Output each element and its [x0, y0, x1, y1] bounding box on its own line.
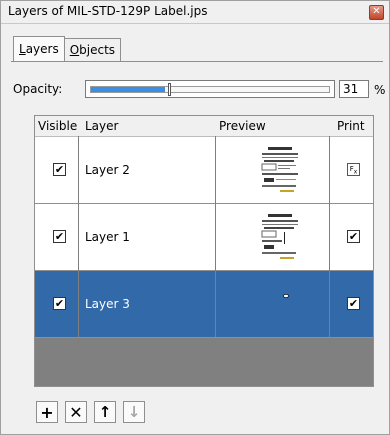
visible-checkbox[interactable]: ✔	[53, 230, 66, 243]
plus-icon: +	[40, 402, 54, 422]
opacity-slider[interactable]	[85, 80, 335, 98]
delete-x-icon: ✕	[69, 402, 83, 422]
opacity-unit: %	[374, 83, 386, 97]
layer-preview-thumbnail	[261, 147, 298, 192]
layer-name: Layer 3	[85, 297, 130, 311]
layers-table: Visible Layer Preview Print ✔ Layer 2 Fx…	[34, 115, 374, 387]
layers-panel: Layers of MIL-STD-129P Label.jps ✕ Layer…	[0, 0, 390, 435]
opacity-label: Opacity:	[13, 82, 63, 96]
move-layer-down-button[interactable]: ↓	[123, 401, 145, 423]
layer-preview-thumbnail	[261, 214, 298, 259]
tab-layers-mnemonic: L	[19, 42, 26, 56]
tab-layers-label: ayers	[25, 42, 59, 56]
delete-layer-button[interactable]: ✕	[65, 401, 87, 423]
tab-objects-mnemonic: O	[69, 43, 80, 57]
table-row[interactable]: ✔ Layer 1 ✔	[35, 204, 373, 271]
visible-checkbox[interactable]: ✔	[53, 297, 66, 310]
arrow-up-icon: ↑	[98, 403, 112, 421]
close-icon: ✕	[372, 6, 381, 17]
column-preview: Preview	[219, 119, 266, 133]
tab-objects-label: bjects	[79, 43, 116, 57]
opacity-slider-fill	[91, 87, 165, 92]
layer-toolbar: + ✕ ↑ ↓	[36, 401, 145, 423]
column-visible: Visible	[38, 119, 78, 133]
move-layer-up-button[interactable]: ↑	[94, 401, 116, 423]
column-print: Print	[337, 119, 365, 133]
table-row[interactable]: ✔ Layer 2 Fx	[35, 137, 373, 204]
tab-bar: Layers Objects	[13, 36, 122, 62]
add-layer-button[interactable]: +	[36, 401, 58, 423]
print-checkbox[interactable]: ✔	[347, 297, 360, 310]
layer-name: Layer 2	[85, 163, 130, 177]
print-fx-icon[interactable]: Fx	[347, 163, 360, 176]
tab-layers[interactable]: Layers	[13, 36, 65, 61]
column-divider	[329, 136, 330, 337]
title-bar: Layers of MIL-STD-129P Label.jps ✕	[1, 1, 389, 24]
column-divider	[78, 136, 79, 337]
layer-preview-thumbnail	[283, 293, 289, 298]
opacity-input[interactable]: 31	[339, 80, 369, 98]
close-button[interactable]: ✕	[369, 5, 384, 20]
window-title: Layers of MIL-STD-129P Label.jps	[8, 4, 208, 18]
tab-objects[interactable]: Objects	[63, 38, 122, 61]
column-divider	[215, 136, 216, 337]
opacity-slider-thumb[interactable]	[168, 83, 171, 96]
table-header: Visible Layer Preview Print	[35, 116, 373, 137]
arrow-down-icon: ↓	[127, 403, 141, 421]
opacity-slider-track	[90, 83, 330, 96]
visible-checkbox[interactable]: ✔	[53, 163, 66, 176]
table-row-selected[interactable]: ✔ Layer 3 ✔	[35, 271, 373, 338]
column-layer: Layer	[85, 119, 119, 133]
layer-name: Layer 1	[85, 230, 130, 244]
print-checkbox[interactable]: ✔	[347, 230, 360, 243]
